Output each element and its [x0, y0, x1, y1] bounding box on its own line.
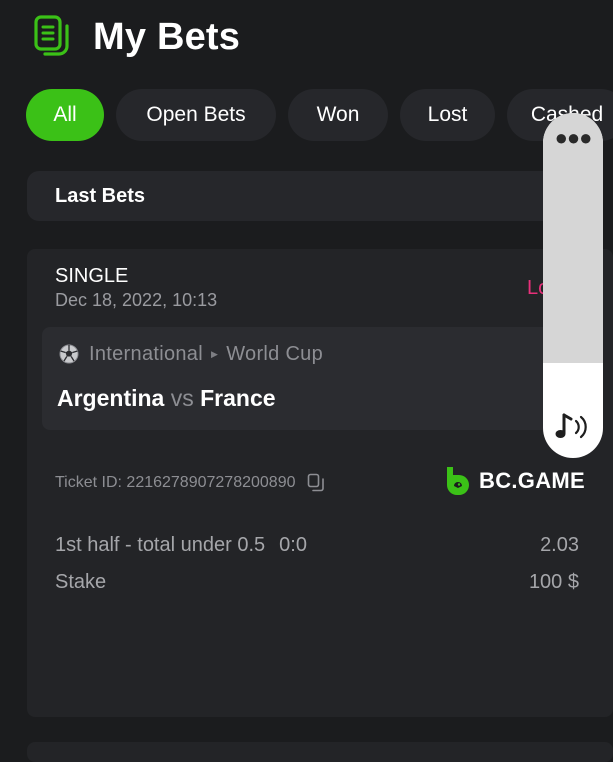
- volume-slider-track[interactable]: [543, 113, 603, 363]
- event-info[interactable]: International ▶ World Cup Argentina vs F…: [42, 327, 582, 430]
- more-dots-icon[interactable]: ●●●: [543, 127, 603, 149]
- tab-won[interactable]: Won: [288, 89, 388, 141]
- bet-selection-row: 1st half - total under 0.5 0:0 2.03: [55, 534, 579, 557]
- volume-overlay[interactable]: ●●●: [543, 113, 603, 458]
- versus-label: vs: [170, 385, 194, 411]
- last-bets-header[interactable]: Last Bets: [27, 171, 587, 221]
- stake-label: Stake: [55, 571, 107, 593]
- bet-filter-tabs: All Open Bets Won Lost Cashed: [26, 89, 613, 141]
- tab-open-bets[interactable]: Open Bets: [116, 89, 276, 141]
- soccer-ball-icon: [59, 344, 79, 364]
- tab-all[interactable]: All: [26, 89, 104, 141]
- bet-date: Dec 18, 2022, 10:13: [55, 290, 218, 310]
- event-league: World Cup: [226, 343, 324, 365]
- copy-icon[interactable]: [307, 473, 325, 493]
- bets-list-icon: [34, 15, 69, 56]
- bc-game-logo-icon: [447, 467, 469, 495]
- breadcrumb-separator-icon: ▶: [210, 349, 219, 359]
- page-title: My Bets: [93, 15, 241, 58]
- away-team: France: [200, 385, 276, 411]
- ticket-id: Ticket ID: 2216278907278200890: [55, 473, 325, 493]
- market-score: 0:0: [279, 534, 307, 556]
- stake-value: 100 $: [528, 571, 579, 593]
- stake-row: Stake 100 $: [55, 571, 579, 594]
- brand-logo: BC.GAME: [445, 465, 585, 497]
- event-category: International: [89, 343, 203, 365]
- brand-name: BC.GAME: [479, 468, 585, 493]
- breadcrumb: International ▶ World Cup: [89, 343, 323, 366]
- bet-type: SINGLE: [55, 265, 129, 287]
- event-teams: Argentina vs France: [57, 385, 276, 412]
- market-name: 1st half - total under 0.5: [55, 534, 266, 556]
- ticket-id-text: Ticket ID: 2216278907278200890: [55, 474, 296, 491]
- page-header: My Bets: [33, 14, 240, 60]
- home-team: Argentina: [57, 385, 165, 411]
- bet-card[interactable]: SINGLE Dec 18, 2022, 10:13 Lost Internat…: [27, 249, 613, 717]
- next-bet-card[interactable]: [27, 742, 613, 762]
- tab-lost[interactable]: Lost: [400, 89, 495, 141]
- section-title: Last Bets: [55, 184, 146, 207]
- odds-value: 2.03: [540, 534, 579, 556]
- volume-icon[interactable]: [554, 411, 590, 443]
